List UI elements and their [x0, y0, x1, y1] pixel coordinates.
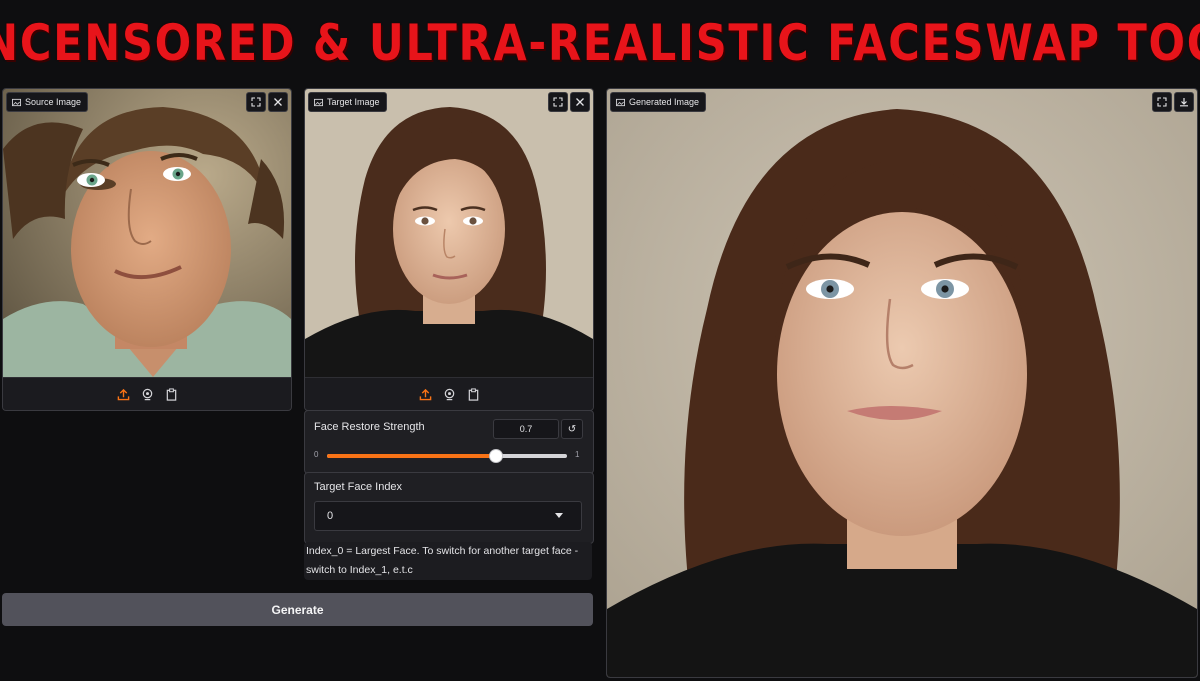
- target-image[interactable]: [305, 89, 593, 377]
- image-icon: [313, 97, 323, 107]
- reset-icon[interactable]: ↺: [561, 419, 583, 439]
- image-icon: [615, 97, 625, 107]
- slider-fill: [327, 454, 495, 458]
- close-icon[interactable]: [268, 92, 288, 112]
- target-face-index-label: Target Face Index: [314, 481, 403, 493]
- info-line-2: switch to Index_1, e.t.c: [306, 564, 413, 576]
- face-restore-controls: Face Restore Strength 0.7 ↺ 0 1: [304, 410, 594, 474]
- clipboard-icon[interactable]: [466, 387, 480, 401]
- slider-thumb[interactable]: [489, 449, 503, 463]
- source-image-panel: Source Image: [2, 88, 292, 411]
- target-image-panel: Target Image: [304, 88, 594, 411]
- image-icon: [11, 97, 21, 107]
- chevron-down-icon: [555, 513, 563, 518]
- banner: UNCENSORED & ULTRA-REALISTIC FACESWAP TO…: [0, 0, 1200, 86]
- generated-image[interactable]: [607, 89, 1197, 677]
- target-toolbar: [305, 377, 593, 410]
- fullscreen-icon[interactable]: [548, 92, 568, 112]
- source-image[interactable]: [3, 89, 291, 377]
- webcam-icon[interactable]: [442, 387, 456, 401]
- source-image-label: Source Image: [6, 92, 89, 112]
- webcam-icon[interactable]: [140, 387, 154, 401]
- target-face-index-value: 0: [327, 510, 334, 522]
- info-line-1: Index_0 = Largest Face. To switch for an…: [306, 545, 579, 557]
- banner-title: UNCENSORED & ULTRA-REALISTIC FACESWAP TO…: [0, 14, 1200, 72]
- fullscreen-icon[interactable]: [1152, 92, 1172, 112]
- slider-max-label: 1: [575, 450, 580, 459]
- generated-image-panel: Generated Image: [606, 88, 1198, 678]
- info-box: Index_0 = Largest Face. To switch for an…: [304, 542, 592, 580]
- source-image-label-text: Source Image: [25, 97, 82, 107]
- target-image-label: Target Image: [308, 92, 387, 112]
- generated-image-label: Generated Image: [610, 92, 707, 112]
- source-toolbar: [3, 377, 291, 410]
- generate-button[interactable]: Generate: [2, 593, 593, 626]
- target-image-label-text: Target Image: [327, 97, 380, 107]
- generated-image-label-text: Generated Image: [629, 97, 700, 107]
- face-restore-value-input[interactable]: 0.7: [493, 419, 559, 439]
- face-restore-slider[interactable]: [327, 449, 567, 463]
- slider-min-label: 0: [314, 450, 319, 459]
- download-icon[interactable]: [1174, 92, 1194, 112]
- clipboard-icon[interactable]: [164, 387, 178, 401]
- fullscreen-icon[interactable]: [246, 92, 266, 112]
- face-restore-label: Face Restore Strength: [314, 421, 425, 433]
- target-face-index-controls: Target Face Index 0: [304, 472, 594, 544]
- upload-icon[interactable]: [116, 387, 130, 401]
- target-face-index-dropdown[interactable]: 0: [314, 501, 582, 531]
- upload-icon[interactable]: [418, 387, 432, 401]
- close-icon[interactable]: [570, 92, 590, 112]
